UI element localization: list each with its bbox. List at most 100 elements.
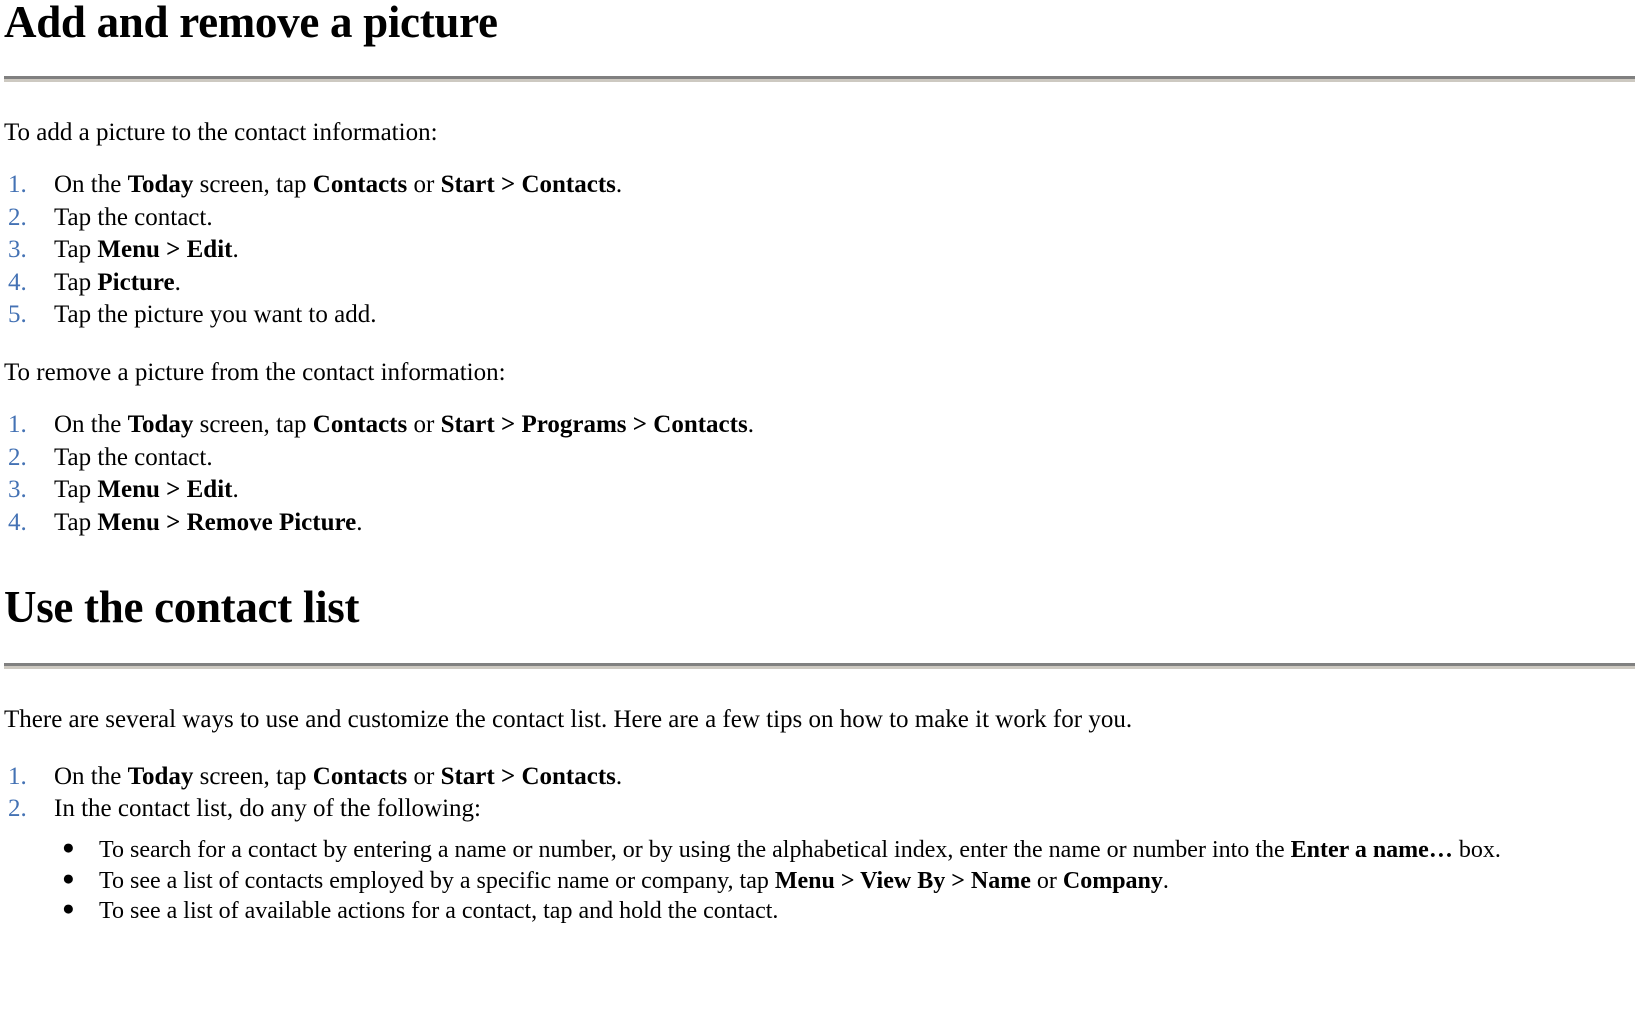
list-item-text: Tap Menu > Edit.: [54, 476, 239, 503]
list-item-text: To search for a contact by entering a na…: [99, 837, 1501, 863]
list-item-text: In the contact list, do any of the follo…: [54, 795, 481, 822]
plain-text: .: [174, 268, 181, 296]
plain-text: .: [615, 762, 623, 790]
emphasis-text: Contacts: [312, 411, 408, 439]
plain-text: .: [232, 236, 239, 264]
list-item: 2. In the contact list, do any of the fol…: [4, 793, 1635, 826]
emphasis-text: Today: [127, 171, 194, 199]
plain-text: screen, tap: [193, 411, 313, 439]
list-item-number: 3.: [8, 476, 27, 504]
plain-text: box.: [1452, 836, 1501, 863]
list-item-text: Tap the picture you want to add.: [54, 301, 376, 328]
intro-paragraph-contact-list: There are several ways to use and custom…: [4, 706, 1133, 734]
list-item-number: 4.: [8, 268, 27, 296]
bullet-dot-icon: ●: [62, 865, 75, 890]
plain-text: Tap: [54, 508, 98, 536]
plain-text: Tap the contact.: [54, 203, 213, 231]
plain-text: .: [747, 411, 754, 439]
plain-text: On the: [54, 171, 128, 199]
list-item-number: 2.: [8, 795, 27, 823]
steps-list-remove-picture: 1. On the Today screen, tap Contacts or S…: [4, 409, 1635, 539]
plain-text: .: [615, 171, 623, 199]
list-item: 3. Tap Menu > Edit.: [4, 234, 1635, 267]
plain-text: Tap: [54, 476, 98, 504]
emphasis-text: Menu > View By > Name: [774, 867, 1031, 894]
emphasis-text: Picture: [97, 268, 175, 296]
list-item-text: Tap Menu > Remove Picture.: [54, 509, 362, 536]
emphasis-text: Menu > Edit: [97, 476, 233, 504]
list-item: 1. On the Today screen, tap Contacts or S…: [4, 761, 1635, 794]
list-item: 3. Tap Menu > Edit.: [4, 474, 1635, 507]
list-item-text: On the Today screen, tap Contacts or Sta…: [54, 411, 754, 438]
list-item-number: 2.: [8, 443, 27, 471]
steps-list-contact-list: 1. On the Today screen, tap Contacts or S…: [4, 761, 1635, 826]
list-item: ● To see a list of available actions for …: [4, 896, 1635, 927]
intro-paragraph-remove: To remove a picture from the contact inf…: [4, 358, 506, 386]
list-item-text: Tap Picture.: [54, 269, 181, 296]
list-item-text: On the Today screen, tap Contacts or Sta…: [54, 171, 622, 198]
plain-text: To see a list of contacts employed by a …: [99, 867, 775, 894]
plain-text: or: [407, 762, 441, 790]
list-item: 4. Tap Menu > Remove Picture.: [4, 507, 1635, 540]
list-item-text: To see a list of contacts employed by a …: [99, 868, 1169, 894]
list-item-number: 1.: [8, 762, 27, 790]
emphasis-text: Contacts: [312, 762, 408, 790]
list-item-text: Tap the contact.: [54, 204, 213, 231]
document-page: Add and remove a picture To add a pictur…: [0, 0, 1639, 927]
plain-text: or: [407, 171, 441, 199]
list-item: 1. On the Today screen, tap Contacts or S…: [4, 169, 1635, 202]
plain-text: Tap: [54, 236, 98, 264]
emphasis-text: Company: [1062, 867, 1163, 894]
plain-text: or: [1030, 867, 1063, 894]
bullet-dot-icon: ●: [62, 896, 75, 921]
section-title-use-contact-list: Use the contact list: [4, 582, 360, 633]
list-item-number: 5.: [8, 301, 27, 329]
plain-text: screen, tap: [193, 171, 313, 199]
emphasis-text: Start > Contacts: [440, 171, 616, 199]
emphasis-text: Menu > Edit: [97, 236, 233, 264]
page-title: Add and remove a picture: [4, 0, 498, 47]
steps-list-add-picture: 1. On the Today screen, tap Contacts or S…: [4, 169, 1635, 332]
list-item: 2. Tap the contact.: [4, 442, 1635, 475]
plain-text: On the: [54, 762, 128, 790]
list-item-number: 2.: [8, 203, 27, 231]
list-item-text: On the Today screen, tap Contacts or Sta…: [54, 763, 622, 790]
list-item: 2. Tap the contact.: [4, 202, 1635, 235]
plain-text: .: [232, 476, 239, 504]
plain-text: or: [407, 411, 441, 439]
list-item-number: 4.: [8, 508, 27, 536]
tips-bullet-list: ● To search for a contact by entering a n…: [4, 835, 1635, 927]
emphasis-text: Enter a name…: [1290, 836, 1453, 863]
list-item-text: Tap the contact.: [54, 444, 213, 471]
list-item-text: To see a list of available actions for a…: [99, 898, 778, 924]
list-item: ● To search for a contact by entering a n…: [4, 835, 1635, 866]
bullet-dot-icon: ●: [62, 834, 75, 859]
list-item-number: 3.: [8, 236, 27, 264]
plain-text: In the contact list, do any of the follo…: [54, 795, 481, 823]
plain-text: Tap the contact.: [54, 443, 213, 471]
intro-paragraph-add: To add a picture to the contact informat…: [4, 118, 438, 146]
plain-text: On the: [54, 411, 128, 439]
emphasis-text: Contacts: [312, 171, 408, 199]
list-item-number: 1.: [8, 411, 27, 439]
plain-text: Tap the picture you want to add.: [54, 301, 377, 329]
list-item-text: Tap Menu > Edit.: [54, 236, 239, 263]
emphasis-text: Today: [127, 762, 194, 790]
emphasis-text: Start > Programs > Contacts: [440, 411, 748, 439]
plain-text: .: [1162, 867, 1169, 894]
list-item-number: 1.: [8, 171, 27, 199]
plain-text: To search for a contact by entering a na…: [99, 836, 1291, 863]
list-item: 5. Tap the picture you want to add.: [4, 299, 1635, 332]
list-item: ● To see a list of contacts employed by a…: [4, 866, 1635, 897]
plain-text: .: [356, 508, 363, 536]
